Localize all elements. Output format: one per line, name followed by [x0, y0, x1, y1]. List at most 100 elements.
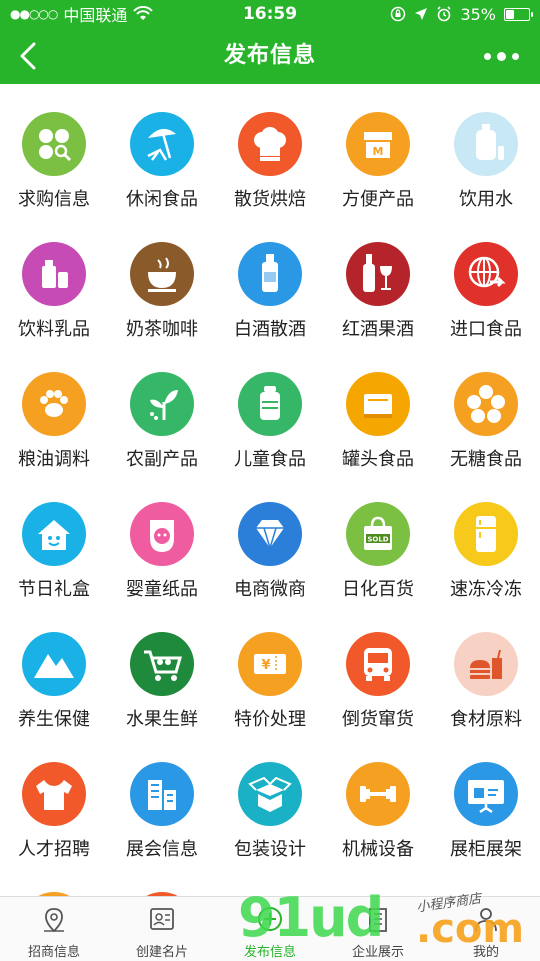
- category-item[interactable]: 水果生鲜: [108, 604, 216, 734]
- category-label: 无糖食品: [450, 449, 522, 470]
- location-pin-icon: [44, 908, 64, 933]
- category-label: 人才招聘: [18, 839, 90, 860]
- convenience-store-icon: M: [346, 112, 410, 176]
- svg-text:¥: ¥: [261, 658, 270, 673]
- category-label: 展会信息: [126, 839, 198, 860]
- tab-3[interactable]: 发布信息: [216, 897, 324, 961]
- category-item[interactable]: 婴童纸品: [108, 474, 216, 604]
- category-item[interactable]: 倒货窜货: [324, 604, 432, 734]
- category-item[interactable]: 农副产品: [108, 344, 216, 474]
- category-label: 方便产品: [342, 189, 414, 210]
- status-bar: ●●○○○ 中国联通 16:59 35%: [0, 0, 540, 28]
- category-item[interactable]: 儿童食品: [216, 344, 324, 474]
- category-item[interactable]: 电商微商: [216, 474, 324, 604]
- tab-5[interactable]: 我的: [432, 897, 540, 961]
- yen-ticket-icon: ¥: [238, 632, 302, 696]
- more-dot-icon: [511, 52, 519, 60]
- status-time: 16:59: [242, 4, 298, 24]
- category-label: 奶茶咖啡: [126, 319, 198, 340]
- rotation-lock-icon: [391, 6, 406, 22]
- mountains-icon: [22, 632, 86, 696]
- sprout-icon: [130, 372, 194, 436]
- category-item[interactable]: 求购信息: [0, 84, 108, 214]
- category-label: 电商微商: [234, 579, 306, 600]
- category-label: 散货烘焙: [234, 189, 306, 210]
- baby-bib-icon: [130, 502, 194, 566]
- plus-circle-icon: [258, 907, 282, 931]
- category-item[interactable]: 节日礼盒: [0, 474, 108, 604]
- category-label: 进口食品: [450, 319, 522, 340]
- category-item[interactable]: 包装设计: [216, 734, 324, 864]
- more-dot-icon: [483, 52, 491, 60]
- svg-text:M: M: [373, 145, 384, 158]
- baby-bottle-icon: [238, 372, 302, 436]
- battery-icon: [504, 7, 533, 21]
- category-item[interactable]: 机械设备: [324, 734, 432, 864]
- category-item[interactable]: 白酒散酒: [216, 214, 324, 344]
- category-label: 特价处理: [234, 709, 306, 730]
- dumbbell-icon: [346, 762, 410, 826]
- buildings-icon: [130, 762, 194, 826]
- category-label: 节日礼盒: [18, 579, 90, 600]
- category-label: 食材原料: [450, 709, 522, 730]
- category-item[interactable]: 食材原料: [432, 604, 540, 734]
- category-item[interactable]: 粮油调料: [0, 344, 108, 474]
- category-item[interactable]: 罐头食品: [324, 344, 432, 474]
- flower-icon: [454, 372, 518, 436]
- more-menu-button[interactable]: [476, 42, 526, 70]
- category-item[interactable]: 展柜展架: [432, 734, 540, 864]
- id-card-icon: [150, 908, 174, 930]
- beach-umbrella-chair-icon: [130, 112, 194, 176]
- refrigerator-icon: [454, 502, 518, 566]
- category-item[interactable]: 无糖食品: [432, 344, 540, 474]
- battery-fill: [506, 9, 514, 19]
- category-grid: 求购信息 休闲食品 散货烘焙 M 方便产品 饮用水饮料乳品 奶茶咖啡 白酒散酒 红酒果酒 进口食品…: [0, 84, 540, 896]
- category-item[interactable]: 饮料乳品: [0, 214, 108, 344]
- category-item[interactable]: 散货烘焙: [216, 84, 324, 214]
- tab-2[interactable]: 创建名片: [108, 897, 216, 961]
- tab-1[interactable]: 招商信息: [0, 897, 108, 961]
- battery-percent: 35%: [460, 4, 496, 24]
- category-item[interactable]: ¥ 特价处理: [216, 604, 324, 734]
- open-box-icon: [238, 762, 302, 826]
- chef-hat-icon: [238, 112, 302, 176]
- burger-drink-icon: [454, 632, 518, 696]
- category-item[interactable]: 速冻冷冻: [432, 474, 540, 604]
- tab-label: 发布信息: [243, 945, 296, 960]
- category-item[interactable]: 养生保健: [0, 604, 108, 734]
- wine-bottle-glass-icon: [346, 242, 410, 306]
- diamond-icon: [238, 502, 302, 566]
- category-label: 水果生鲜: [126, 709, 198, 730]
- category-item[interactable]: 休闲食品: [108, 84, 216, 214]
- water-bottle-icon: [454, 112, 518, 176]
- tab-4[interactable]: 企业展示: [324, 897, 432, 961]
- book-can-icon: [346, 372, 410, 436]
- more-dot-icon: [496, 51, 506, 61]
- category-item[interactable]: M 方便产品: [324, 84, 432, 214]
- tshirt-icon: [22, 762, 86, 826]
- category-item-partial[interactable]: [0, 864, 108, 896]
- signal-dots-icon: ●●○○○: [10, 7, 58, 21]
- category-item[interactable]: 饮用水: [432, 84, 540, 214]
- tea-cup-icon: [130, 242, 194, 306]
- category-item[interactable]: 奶茶咖啡: [108, 214, 216, 344]
- category-item[interactable]: SOLD 日化百货: [324, 474, 432, 604]
- bottom-tab-bar: 招商信息 创建名片 发布信息 企业展示 我的: [0, 896, 540, 961]
- category-item[interactable]: 人才招聘: [0, 734, 108, 864]
- alarm-icon: [437, 6, 452, 22]
- category-label: 白酒散酒: [234, 319, 306, 340]
- tab-label: 创建名片: [135, 945, 188, 960]
- navigation-bar: 发布信息: [0, 28, 540, 84]
- four-circles-search-icon: [22, 112, 86, 176]
- category-label: 倒货窜货: [342, 709, 414, 730]
- category-label: 休闲食品: [126, 189, 198, 210]
- category-label: 婴童纸品: [126, 579, 198, 600]
- paw-icon: [22, 372, 86, 436]
- category-item[interactable]: 展会信息: [108, 734, 216, 864]
- category-item[interactable]: 进口食品: [432, 214, 540, 344]
- liquor-bottle-icon: [238, 242, 302, 306]
- location-arrow-icon: [415, 8, 428, 20]
- category-item-partial[interactable]: [108, 864, 216, 896]
- category-item[interactable]: 红酒果酒: [324, 214, 432, 344]
- category-label: 包装设计: [234, 839, 306, 860]
